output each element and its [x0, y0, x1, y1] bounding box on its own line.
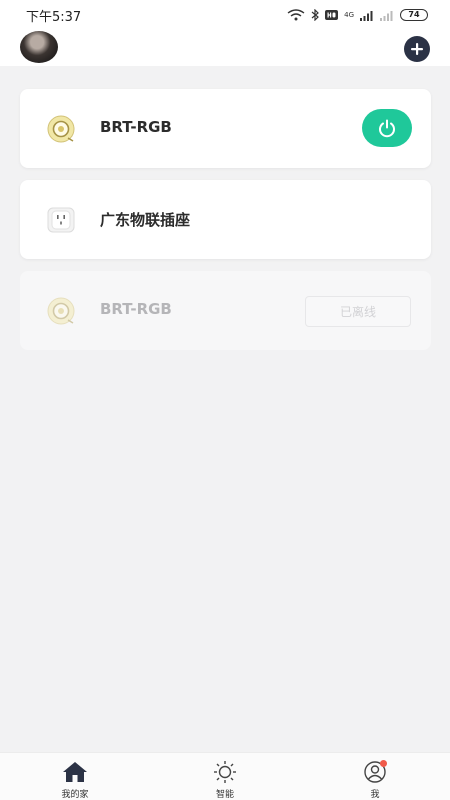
tab-label: 我 — [370, 790, 380, 800]
device-name: BRT-RGB — [100, 118, 172, 136]
top-bar: 下午5:37 4G 74 — [0, 0, 450, 66]
add-device-button[interactable] — [404, 36, 430, 62]
power-button[interactable] — [362, 109, 412, 147]
notification-badge — [380, 760, 387, 767]
signal-icon — [360, 10, 373, 21]
device-name: BRT-RGB — [100, 300, 172, 318]
network-label: 4G — [344, 11, 354, 19]
home-icon — [61, 759, 89, 785]
status-bar: 下午5:37 4G 74 — [0, 0, 450, 30]
status-time: 下午5:37 — [26, 9, 82, 25]
hd-icon — [325, 10, 339, 20]
socket-icon — [46, 205, 76, 235]
offline-status: 已离线 — [305, 296, 411, 327]
sun-icon — [211, 759, 239, 785]
bulb-icon — [46, 114, 76, 144]
avatar[interactable] — [20, 31, 58, 63]
profile-icon — [361, 759, 389, 785]
tab-label: 我的家 — [61, 790, 89, 800]
status-icons: 4G 74 — [287, 9, 428, 21]
battery-indicator: 74 — [400, 9, 428, 21]
bottom-tab-bar: 我的家 智能 我 — [0, 752, 450, 800]
plus-icon — [411, 43, 423, 55]
bluetooth-icon — [311, 9, 319, 21]
tab-smart[interactable]: 智能 — [150, 753, 300, 800]
device-card[interactable]: 广东物联插座 — [20, 180, 431, 259]
device-card[interactable]: BRT-RGB — [20, 89, 431, 168]
wifi-icon — [287, 9, 305, 21]
device-name: 广东物联插座 — [100, 211, 191, 229]
tab-me[interactable]: 我 — [300, 753, 450, 800]
device-card[interactable]: BRT-RGB 已离线 — [20, 271, 431, 350]
signal-weak-icon — [380, 10, 393, 21]
power-icon — [379, 119, 395, 138]
tab-home[interactable]: 我的家 — [0, 753, 150, 800]
bulb-icon — [46, 296, 76, 326]
tab-label: 智能 — [215, 790, 234, 800]
